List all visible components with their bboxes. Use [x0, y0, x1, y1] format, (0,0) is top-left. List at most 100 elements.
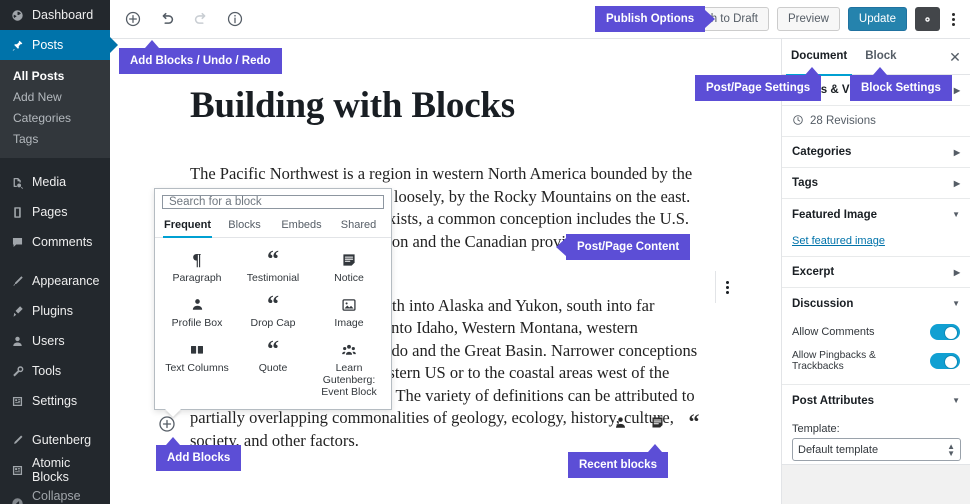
- tab-document[interactable]: Document: [782, 39, 856, 76]
- sidebar-item-gutenberg[interactable]: Gutenberg: [0, 425, 110, 455]
- submenu-item-categories[interactable]: Categories: [0, 108, 110, 129]
- sidebar-item-label: Appearance: [32, 274, 100, 288]
- block-item-testimonial[interactable]: “ Testimonial: [235, 244, 311, 289]
- block-item-event-block[interactable]: Learn Gutenberg: Event Block: [311, 334, 387, 403]
- callout-label: Recent blocks: [579, 459, 657, 471]
- sidebar-item-users[interactable]: Users: [0, 326, 110, 356]
- sidebar-item-tools[interactable]: Tools: [0, 356, 110, 386]
- sidebar-item-atomic-blocks[interactable]: Atomic Blocks: [0, 455, 110, 485]
- callout-label: Add Blocks / Undo / Redo: [130, 55, 271, 67]
- sidebar-item-label: Gutenberg: [32, 433, 92, 447]
- sidebar-item-media[interactable]: Media: [0, 167, 110, 197]
- grid-icon: [9, 462, 26, 478]
- post-attributes-row[interactable]: Post Attributes ▼: [782, 385, 970, 416]
- appearance-icon: [9, 273, 26, 289]
- quote-icon: “: [267, 246, 279, 273]
- callout-pointer: [805, 67, 819, 75]
- sidebar-item-settings[interactable]: Settings: [0, 386, 110, 416]
- tags-row[interactable]: Tags ▶: [782, 168, 970, 199]
- tab-frequent[interactable]: Frequent: [159, 213, 216, 238]
- sidebar-item-collapse-menu[interactable]: Collapse menu: [0, 488, 110, 504]
- profile-icon: [190, 294, 205, 315]
- undo-button[interactable]: [150, 2, 184, 36]
- sidebar-item-label: Comments: [32, 235, 93, 249]
- chevron-right-icon: ▶: [953, 267, 960, 277]
- block-item-label: Learn Gutenberg: Event Block: [321, 362, 377, 398]
- submenu-item-all-posts[interactable]: All Posts: [0, 66, 110, 87]
- block-item-text-columns[interactable]: Text Columns: [159, 334, 235, 403]
- featured-image-row[interactable]: Featured Image ▼: [782, 199, 970, 230]
- block-item-paragraph[interactable]: ¶ Paragraph: [159, 244, 235, 289]
- block-item-label: Paragraph: [172, 272, 222, 284]
- categories-row[interactable]: Categories ▶: [782, 137, 970, 168]
- callout-pointer: [556, 238, 566, 256]
- sidebar-item-appearance[interactable]: Appearance: [0, 266, 110, 296]
- block-item-quote[interactable]: “ Quote: [235, 334, 311, 403]
- discussion-label: Discussion: [792, 297, 854, 310]
- template-select[interactable]: Default template ▲ ▼: [792, 438, 961, 461]
- submenu-item-add-new[interactable]: Add New: [0, 87, 110, 108]
- more-options-button[interactable]: [942, 4, 964, 34]
- post-title[interactable]: Building with Blocks: [190, 84, 780, 127]
- redo-button[interactable]: [184, 2, 218, 36]
- block-item-notice[interactable]: Notice: [311, 244, 387, 289]
- sidebar-item-label: Users: [32, 334, 65, 348]
- sidebar-item-label: Collapse menu: [32, 489, 81, 504]
- notice-icon: [341, 249, 357, 270]
- block-item-image[interactable]: Image: [311, 289, 387, 334]
- sidebar-item-label: Media: [32, 175, 67, 189]
- notice-icon[interactable]: [647, 412, 667, 432]
- pencil-icon: [9, 432, 26, 448]
- excerpt-label: Excerpt: [792, 266, 835, 278]
- gear-icon[interactable]: [915, 7, 940, 31]
- submenu-item-tags[interactable]: Tags: [0, 129, 110, 150]
- update-button[interactable]: Update: [847, 7, 907, 31]
- allow-comments-toggle[interactable]: [930, 324, 960, 340]
- sidebar-item-comments[interactable]: Comments: [0, 227, 110, 257]
- revisions-row[interactable]: 28 Revisions: [782, 106, 970, 137]
- plugins-icon: [9, 303, 26, 319]
- info-button[interactable]: [218, 2, 252, 36]
- tab-shared[interactable]: Shared: [330, 213, 387, 237]
- sidebar-item-label: Atomic Blocks: [32, 456, 71, 484]
- block-item-profile-box[interactable]: Profile Box: [159, 289, 235, 334]
- block-item-label: Drop Cap: [250, 317, 296, 329]
- sidebar-item-posts[interactable]: Posts: [0, 30, 110, 60]
- featured-image-panel: Set featured image: [782, 230, 970, 257]
- tools-icon: [9, 363, 26, 379]
- sidebar-item-dashboard[interactable]: Dashboard: [0, 0, 110, 30]
- sidebar-item-pages[interactable]: Pages: [0, 197, 110, 227]
- tab-blocks[interactable]: Blocks: [216, 213, 273, 237]
- settings-icon: [9, 393, 26, 409]
- sidebar-item-plugins[interactable]: Plugins: [0, 296, 110, 326]
- allow-pingbacks-toggle[interactable]: [930, 353, 960, 369]
- profile-box-icon[interactable]: [610, 412, 630, 432]
- comments-icon: [9, 234, 26, 250]
- block-item-label: Text Columns: [165, 362, 229, 374]
- block-item-drop-cap[interactable]: “ Drop Cap: [235, 289, 311, 334]
- quote-icon[interactable]: “: [684, 411, 704, 433]
- set-featured-image-link[interactable]: Set featured image: [792, 235, 885, 247]
- discussion-panel: Allow Comments Allow Pingbacks & Trackba…: [782, 319, 970, 385]
- discussion-row[interactable]: Discussion ▼: [782, 288, 970, 319]
- add-block-button[interactable]: [116, 2, 150, 36]
- sidebar-divider: [0, 416, 110, 425]
- event-icon: [341, 339, 357, 360]
- categories-label: Categories: [792, 146, 852, 158]
- sidebar-item-label: Tools: [32, 364, 62, 378]
- allow-comments-label: Allow Comments: [792, 326, 875, 338]
- tab-embeds[interactable]: Embeds: [273, 213, 330, 237]
- allow-comments-row: Allow Comments: [782, 319, 970, 345]
- template-selected-value: Default template: [798, 443, 879, 456]
- block-more-menu[interactable]: [715, 267, 739, 307]
- preview-button[interactable]: Preview: [777, 7, 840, 31]
- sidebar-item-label: Posts: [32, 38, 64, 52]
- sidebar-item-label: Plugins: [32, 304, 73, 318]
- callout-block-settings: Block Settings: [850, 67, 952, 101]
- close-icon[interactable]: ✕: [946, 48, 964, 66]
- excerpt-row[interactable]: Excerpt ▶: [782, 257, 970, 288]
- quote-icon: “: [267, 291, 279, 318]
- revisions-label: 28 Revisions: [810, 115, 876, 127]
- bottom-add-block-button[interactable]: [157, 414, 177, 434]
- search-input[interactable]: [162, 195, 384, 209]
